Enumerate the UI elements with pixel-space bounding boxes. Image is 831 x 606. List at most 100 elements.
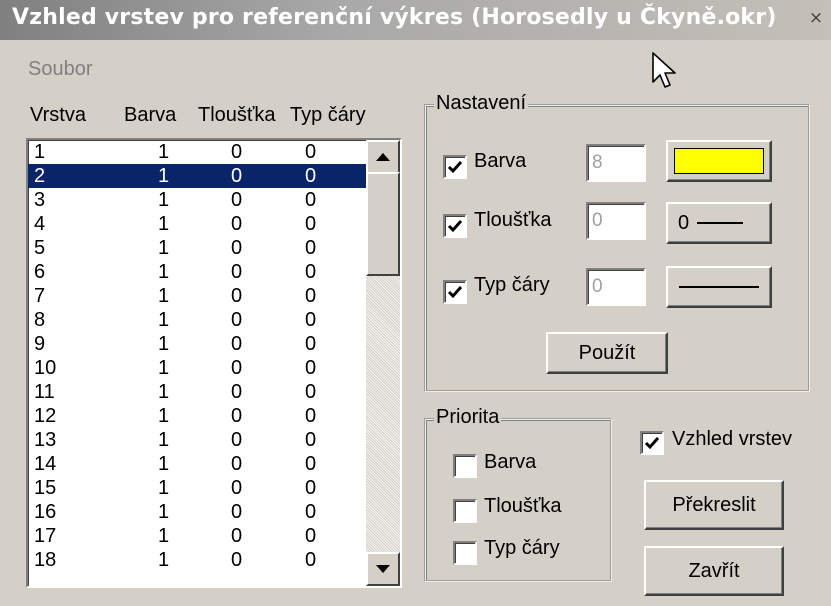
layer-color: 1: [158, 237, 170, 259]
color-value-field[interactable]: 8: [586, 144, 646, 182]
color-picker-button[interactable]: [666, 140, 772, 182]
menu-file[interactable]: Soubor: [28, 58, 93, 81]
linetype-line-sample: [679, 286, 759, 288]
thickness-button[interactable]: 0: [666, 202, 772, 244]
layer-linetype: 0: [305, 453, 317, 475]
linetype-checkbox[interactable]: [443, 280, 467, 304]
layer-linetype: 0: [305, 429, 317, 451]
scroll-down-button[interactable]: [366, 552, 400, 586]
layer-number: 8: [34, 309, 46, 331]
appearance-checkbox[interactable]: [640, 431, 664, 455]
checkmark-icon: [447, 286, 463, 299]
priority-linetype-checkbox[interactable]: [453, 541, 477, 565]
layer-color: 1: [158, 453, 170, 475]
layer-thickness: 0: [231, 429, 243, 451]
checkmark-icon: [644, 437, 660, 450]
layer-thickness: 0: [231, 525, 243, 547]
layer-thickness: 0: [231, 549, 243, 571]
layer-color: 1: [158, 213, 170, 235]
layer-linetype: 0: [305, 501, 317, 523]
title-bar[interactable]: Vzhled vrstev pro referenční výkres (Hor…: [0, 0, 831, 40]
settings-group-label: Nastavení: [434, 92, 529, 115]
header-linetype: Typ čáry: [290, 104, 366, 126]
layer-thickness: 0: [231, 381, 243, 403]
mouse-cursor-icon: [652, 52, 676, 88]
layer-number: 5: [34, 237, 46, 259]
layer-row[interactable]: 1 1 0 0: [28, 140, 366, 164]
layer-thickness: 0: [231, 189, 243, 211]
layer-number: 17: [34, 525, 57, 547]
layer-row[interactable]: 17 1 0 0: [28, 524, 366, 548]
layer-color: 1: [158, 429, 170, 451]
layer-row[interactable]: 3 1 0 0: [28, 188, 366, 212]
layer-row[interactable]: 11 1 0 0: [28, 380, 366, 404]
arrow-down-icon: [376, 565, 390, 573]
layer-color: 1: [158, 285, 170, 307]
settings-group: Nastavení Barva 8 Tloušťka 0 0 Typ čáry …: [424, 92, 810, 392]
layer-row[interactable]: 10 1 0 0: [28, 356, 366, 380]
layer-row[interactable]: 18 1 0 0: [28, 548, 366, 572]
linetype-label: Typ čáry: [474, 274, 550, 296]
layer-linetype: 0: [305, 165, 317, 187]
layer-linetype: 0: [305, 525, 317, 547]
layer-number: 3: [34, 189, 46, 211]
layer-linetype: 0: [305, 549, 317, 571]
priority-color-checkbox[interactable]: [453, 454, 477, 478]
window-title: Vzhled vrstev pro referenční výkres (Hor…: [12, 5, 777, 30]
layer-row[interactable]: 5 1 0 0: [28, 236, 366, 260]
color-checkbox[interactable]: [443, 155, 467, 179]
layer-row[interactable]: 13 1 0 0: [28, 428, 366, 452]
priority-color-label: Barva: [484, 451, 537, 473]
layer-row[interactable]: 9 1 0 0: [28, 332, 366, 356]
layer-number: 18: [34, 549, 57, 571]
layer-linetype: 0: [305, 261, 317, 283]
layer-number: 4: [34, 213, 46, 235]
layer-number: 11: [34, 381, 55, 403]
layer-linetype: 0: [305, 285, 317, 307]
layer-number: 9: [34, 333, 46, 355]
layer-color: 1: [158, 309, 170, 331]
checkmark-icon: [447, 220, 463, 233]
layer-row[interactable]: 7 1 0 0: [28, 284, 366, 308]
priority-thickness-label: Tloušťka: [484, 495, 562, 517]
layer-color: 1: [158, 261, 170, 283]
close-icon[interactable]: ×: [807, 9, 825, 27]
layer-color: 1: [158, 477, 170, 499]
layer-number: 12: [34, 405, 57, 427]
thickness-checkbox[interactable]: [443, 214, 467, 238]
layer-list[interactable]: 1 1 0 0 2 1 0 0 3 1 0 0 4 1 0 0 5 1 0 0 6 1 0 0 7 1 0 0 8 1 0 0 9 1 0 0 10 1 0…: [26, 138, 402, 588]
layer-row[interactable]: 15 1 0 0: [28, 476, 366, 500]
layer-linetype: 0: [305, 357, 317, 379]
layer-number: 16: [34, 501, 57, 523]
priority-thickness-checkbox[interactable]: [453, 499, 477, 523]
layer-linetype: 0: [305, 477, 317, 499]
scroll-up-button[interactable]: [366, 140, 400, 174]
vertical-scrollbar[interactable]: [366, 140, 400, 586]
layer-thickness: 0: [231, 261, 243, 283]
layer-row[interactable]: 12 1 0 0: [28, 404, 366, 428]
layer-color: 1: [158, 525, 170, 547]
layer-row[interactable]: 16 1 0 0: [28, 500, 366, 524]
layer-row[interactable]: 8 1 0 0: [28, 308, 366, 332]
linetype-value-field[interactable]: 0: [586, 268, 646, 306]
layer-thickness: 0: [231, 309, 243, 331]
layer-row[interactable]: 4 1 0 0: [28, 212, 366, 236]
layer-thickness: 0: [231, 477, 243, 499]
thickness-value-field[interactable]: 0: [586, 202, 646, 240]
layer-linetype: 0: [305, 405, 317, 427]
layer-row[interactable]: 2 1 0 0: [28, 164, 366, 188]
scroll-thumb[interactable]: [366, 172, 400, 276]
thickness-button-value: 0: [678, 211, 690, 234]
thickness-line-sample: [697, 222, 744, 224]
linetype-button[interactable]: [666, 266, 772, 308]
layer-row[interactable]: 6 1 0 0: [28, 260, 366, 284]
layer-number: 13: [34, 429, 57, 451]
layer-linetype: 0: [305, 333, 317, 355]
layer-row[interactable]: 14 1 0 0: [28, 452, 366, 476]
layer-number: 1: [34, 141, 46, 163]
layer-thickness: 0: [231, 141, 243, 163]
close-button[interactable]: Zavřít: [644, 546, 784, 596]
layer-linetype: 0: [305, 141, 317, 163]
redraw-button[interactable]: Překreslit: [644, 480, 784, 530]
apply-button[interactable]: Použít: [546, 332, 668, 374]
